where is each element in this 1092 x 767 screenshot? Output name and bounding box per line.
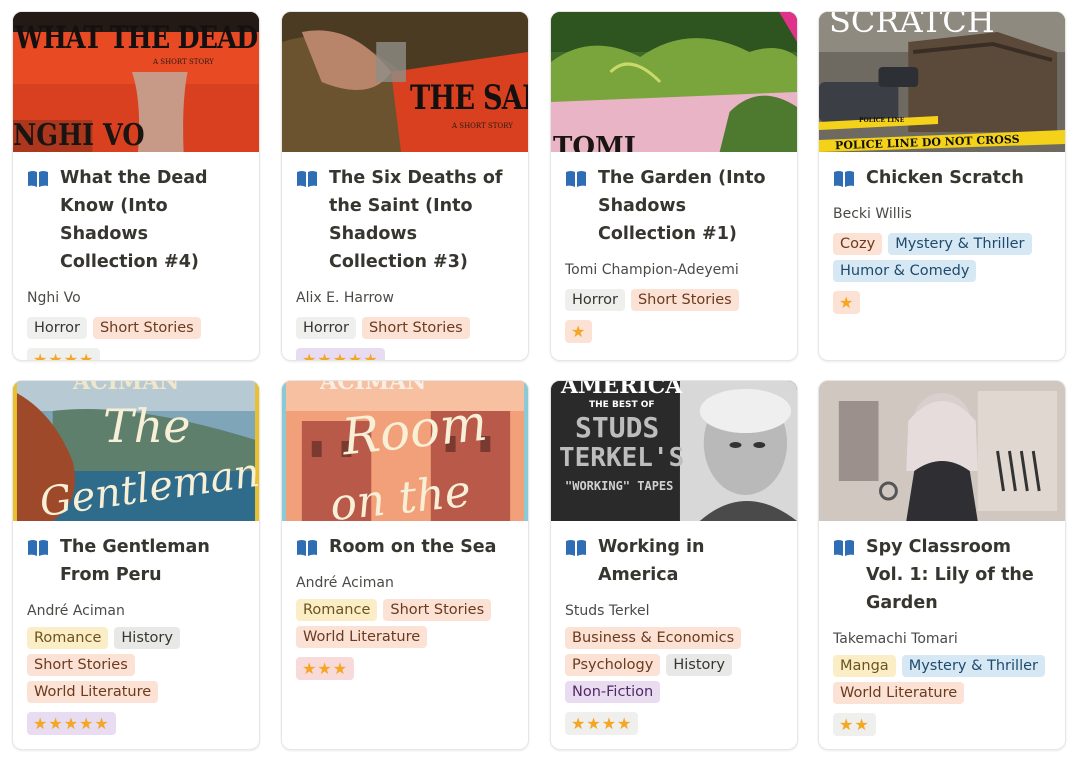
genre-tag: Short Stories	[383, 599, 492, 621]
book-title[interactable]: Working in America	[598, 533, 783, 589]
book-title[interactable]: What the Dead Know (Into Shadows Collect…	[60, 164, 245, 276]
book-author: André Aciman	[27, 603, 125, 619]
book-card[interactable]: Spy Classroom Vol. 1: Lily of the Garden…	[818, 380, 1066, 750]
book-open-icon	[834, 171, 854, 187]
book-open-icon	[566, 540, 586, 556]
rating-stars: ★★	[833, 713, 876, 736]
genre-tags: Cozy Mystery & Thriller Humor & Comedy	[833, 233, 1051, 282]
cover-sub-text: THE BEST OF	[589, 400, 655, 410]
genre-tags: Business & Economics Psychology History …	[565, 627, 783, 703]
genre-tag: History	[666, 654, 732, 676]
genre-tag: Horror	[296, 317, 356, 339]
genre-tag: Business & Economics	[565, 627, 742, 649]
book-author: Becki Willis	[833, 206, 912, 222]
genre-tags: Horror Short Stories	[296, 317, 514, 339]
rating-stars: ★★★★★	[27, 712, 116, 735]
rating-stars: ★	[833, 291, 861, 314]
genre-tag: Manga	[833, 655, 896, 677]
cover-tape-text: POLICE LINE	[859, 117, 905, 124]
book-open-icon	[566, 171, 586, 187]
cover-title-text: STUDS	[575, 411, 660, 444]
genre-tags: Romance History Short Stories World Lite…	[27, 627, 245, 703]
genre-tag: Psychology	[565, 654, 661, 676]
cover-title-text: AMERICA	[561, 381, 683, 399]
book-author: Alix E. Harrow	[296, 290, 394, 306]
book-card[interactable]: ACIMAN The Gentleman The Gentleman From …	[12, 380, 260, 750]
book-open-icon	[297, 171, 317, 187]
rating-stars: ★	[565, 320, 593, 343]
cover-author-text: ACIMAN	[320, 381, 427, 395]
rating-stars: ★★★★★	[296, 348, 385, 360]
genre-tags: Horror Short Stories	[565, 289, 783, 311]
genre-tag: World Literature	[296, 626, 428, 648]
genre-tag: World Literature	[27, 681, 159, 703]
genre-tags: Horror Short Stories	[27, 317, 245, 339]
book-cover: WHAT THE DEAD KNOW A SHORT STORY NGHI VO	[13, 12, 259, 152]
cover-title-text: SCRATCH	[829, 12, 995, 40]
gallery-grid: WHAT THE DEAD KNOW A SHORT STORY NGHI VO…	[0, 0, 1092, 767]
genre-tag: Short Stories	[92, 317, 201, 339]
cover-sub-text: "WORKING" TAPES	[565, 479, 674, 493]
book-title[interactable]: Chicken Scratch	[866, 164, 1024, 192]
book-title[interactable]: The Garden (Into Shadows Collection #1)	[598, 164, 783, 248]
book-cover: ACIMAN The Gentleman	[13, 381, 259, 521]
book-author: Nghi Vo	[27, 290, 81, 306]
genre-tag: World Literature	[833, 682, 965, 704]
book-open-icon	[28, 171, 48, 187]
book-cover: AMERICA THE BEST OF STUDS TERKEL'S "WORK…	[551, 381, 797, 521]
book-card[interactable]: ACIMAN Room on the Room on the Sea André…	[281, 380, 529, 750]
genre-tags: Manga Mystery & Thriller World Literatur…	[833, 655, 1051, 704]
genre-tag: Cozy	[833, 233, 883, 255]
book-card[interactable]: AMERICA THE BEST OF STUDS TERKEL'S "WORK…	[550, 380, 798, 750]
cover-sub-text: A SHORT STORY	[452, 122, 513, 130]
genre-tag: Short Stories	[630, 289, 739, 311]
genre-tag: Non-Fiction	[565, 681, 661, 703]
cover-author-text: TOMI	[553, 132, 636, 152]
book-author: Tomi Champion-Adeyemi	[565, 262, 739, 278]
book-open-icon	[834, 540, 854, 556]
cover-title-text: THE SAINT	[410, 78, 528, 118]
book-author: Takemachi Tomari	[833, 631, 958, 647]
book-author: Studs Terkel	[565, 603, 650, 619]
book-title[interactable]: The Gentleman From Peru	[60, 533, 245, 589]
rating-stars: ★★★★	[27, 348, 101, 360]
cover-title-text: TERKEL'S	[559, 443, 685, 473]
book-author: André Aciman	[296, 575, 394, 591]
genre-tag: Short Stories	[361, 317, 470, 339]
cover-title-text: WHAT THE DEAD KNOW	[15, 20, 259, 56]
book-cover: SCRATCH POLICE LINE POLICE LINE DO NOT C…	[819, 12, 1065, 152]
genre-tags: Romance Short Stories World Literature	[296, 599, 514, 648]
book-cover: ACIMAN Room on the	[282, 381, 528, 521]
cover-author-text: ACIMAN	[73, 381, 180, 395]
book-cover: THE SAINT A SHORT STORY	[282, 12, 528, 152]
book-card[interactable]: WHAT THE DEAD KNOW A SHORT STORY NGHI VO…	[12, 11, 260, 361]
cover-author-text: NGHI VO	[13, 118, 145, 152]
book-cover	[819, 381, 1065, 521]
genre-tag: Romance	[296, 599, 378, 621]
book-title[interactable]: Room on the Sea	[329, 533, 497, 561]
book-open-icon	[297, 540, 317, 556]
rating-stars: ★★★	[296, 657, 355, 680]
genre-tag: Mystery & Thriller	[888, 233, 1032, 255]
cover-title-text: The	[103, 399, 191, 453]
book-card[interactable]: THE SAINT A SHORT STORY The Six Deaths o…	[281, 11, 529, 361]
genre-tag: History	[114, 627, 180, 649]
rating-stars: ★★★★	[565, 712, 639, 735]
genre-tag: Horror	[565, 289, 625, 311]
book-card[interactable]: TOMI The Garden (Into Shadows Collection…	[550, 11, 798, 361]
genre-tag: Horror	[27, 317, 87, 339]
genre-tag: Romance	[27, 627, 109, 649]
genre-tag: Humor & Comedy	[833, 260, 977, 282]
book-cover: TOMI	[551, 12, 797, 152]
genre-tag: Short Stories	[27, 654, 135, 676]
book-open-icon	[28, 540, 48, 556]
book-card[interactable]: SCRATCH POLICE LINE POLICE LINE DO NOT C…	[818, 11, 1066, 361]
book-title[interactable]: Spy Classroom Vol. 1: Lily of the Garden	[866, 533, 1051, 617]
genre-tag: Mystery & Thriller	[901, 655, 1045, 677]
book-title[interactable]: The Six Deaths of the Saint (Into Shadow…	[329, 164, 514, 276]
cover-sub-text: A SHORT STORY	[153, 58, 214, 66]
